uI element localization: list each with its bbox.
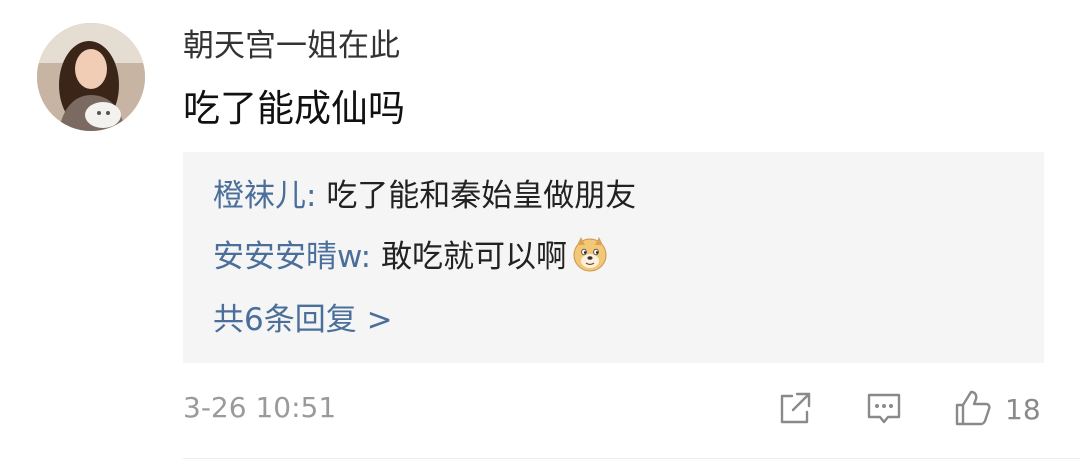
reply-separator: : xyxy=(306,178,327,214)
share-button[interactable] xyxy=(776,388,814,432)
reply-item[interactable]: 橙袜儿: 吃了能和秦始皇做朋友 xyxy=(213,174,636,218)
reply-item[interactable]: 安安安晴w: 敢吃就可以啊 xyxy=(213,235,609,279)
reply-button[interactable] xyxy=(865,388,903,432)
comment-timestamp: 3-26 10:51 xyxy=(183,391,337,424)
reply-username[interactable]: 橙袜儿 xyxy=(213,178,306,214)
doge-emoji-icon xyxy=(571,235,609,273)
share-icon xyxy=(776,389,814,431)
reply-text: 吃了能和秦始皇做朋友 xyxy=(326,178,637,214)
comment-icon xyxy=(865,389,903,431)
comment-text: 吃了能成仙吗 xyxy=(183,87,405,130)
view-all-replies-link[interactable]: 共6条回复 > xyxy=(213,298,393,342)
avatar[interactable] xyxy=(37,23,145,131)
reply-text: 敢吃就可以啊 xyxy=(380,239,567,275)
comment-card: 朝天宫一姐在此 吃了能成仙吗 橙袜儿: 吃了能和秦始皇做朋友 安安安晴w: 敢吃… xyxy=(0,0,1080,472)
reply-separator: : xyxy=(360,239,381,275)
like-button[interactable]: 18 xyxy=(953,388,1041,432)
thumbs-up-icon xyxy=(953,388,993,432)
comment-username[interactable]: 朝天宫一姐在此 xyxy=(183,24,400,68)
replies-panel[interactable]: 橙袜儿: 吃了能和秦始皇做朋友 安安安晴w: 敢吃就可以啊 共6条回复 > xyxy=(183,152,1044,363)
divider xyxy=(183,458,1080,459)
reply-username[interactable]: 安安安晴w xyxy=(213,239,361,275)
like-count: 18 xyxy=(1005,393,1041,426)
